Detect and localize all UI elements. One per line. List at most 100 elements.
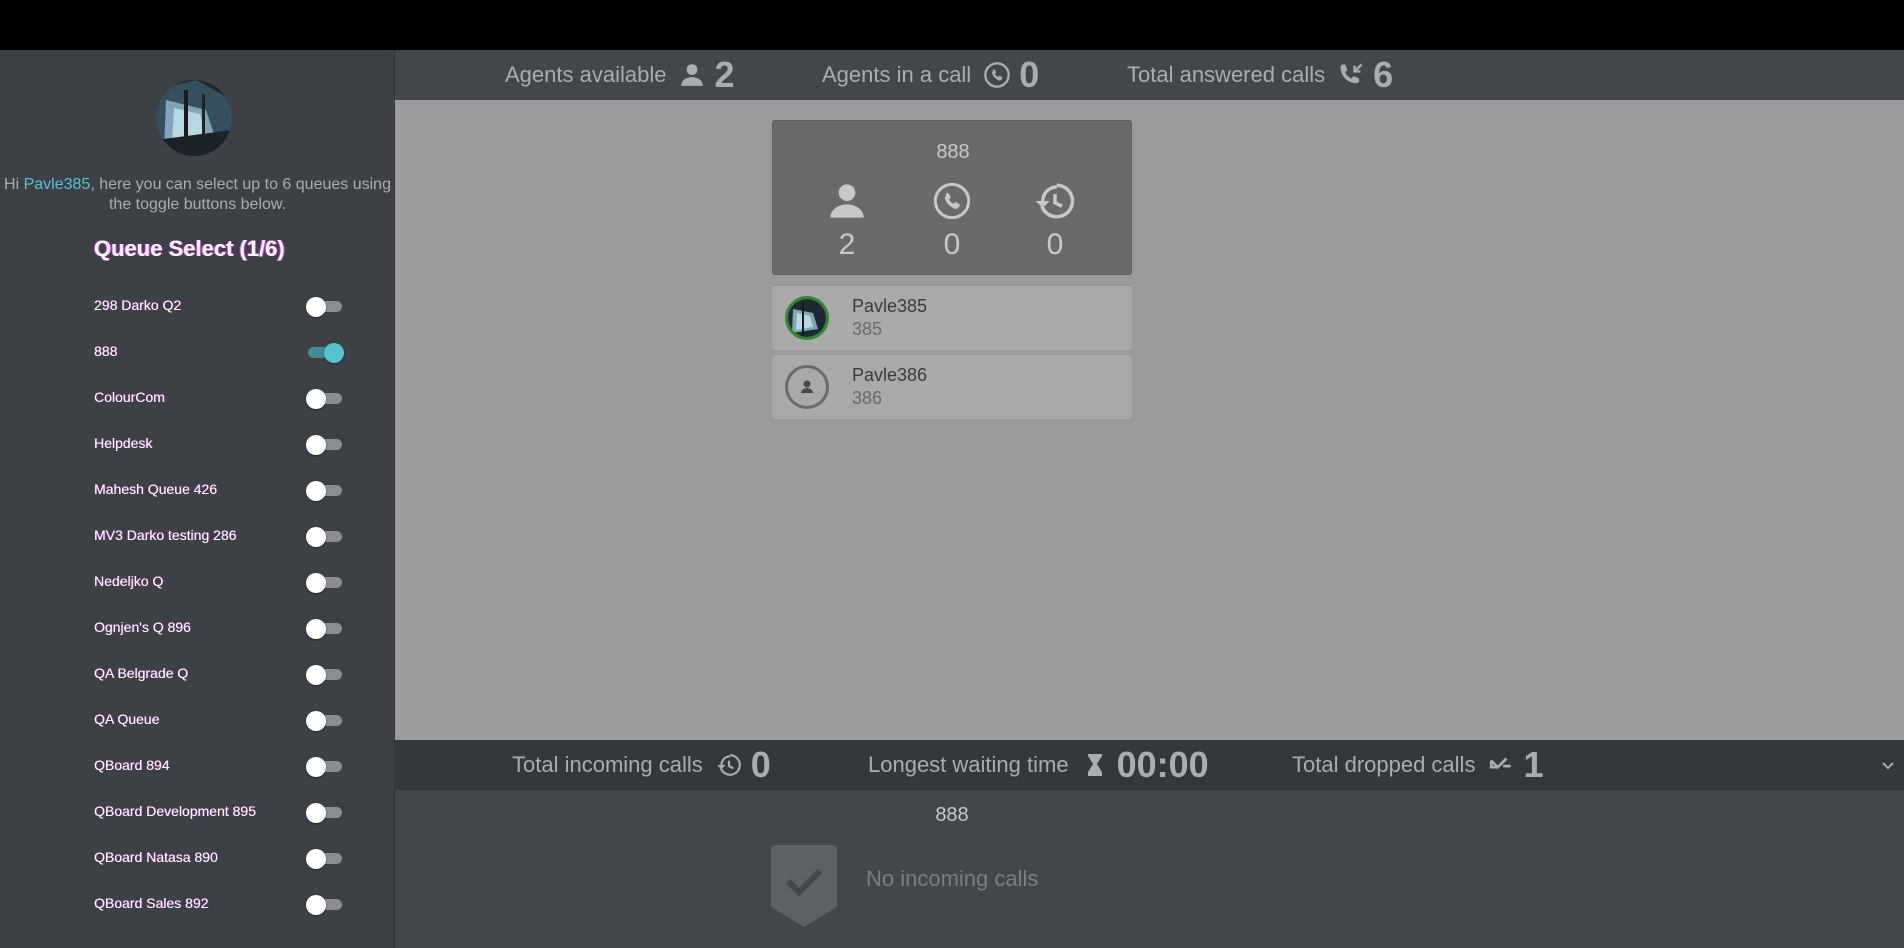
toggle-knob xyxy=(306,297,326,317)
total-incoming-value: 0 xyxy=(750,744,771,785)
toggle-knob xyxy=(306,389,326,409)
toggle-knob xyxy=(324,343,344,363)
queue-item: Helpdesk xyxy=(0,421,395,467)
toggle-knob xyxy=(306,435,326,455)
agent-name: Pavle386 xyxy=(852,365,928,385)
queue-toggle[interactable] xyxy=(306,527,342,547)
agent-avatar xyxy=(785,296,829,340)
sidebar: Hi Pavle385, here you can select up to 6… xyxy=(0,50,395,948)
top-stats-bar: Agents available 2 Agents in a call 0 To… xyxy=(395,50,1904,100)
queue-toggle[interactable] xyxy=(306,389,342,409)
queue-item: Nedeljko Q xyxy=(0,559,395,605)
queue-in-call-count: 0 xyxy=(943,228,961,261)
toggle-knob xyxy=(306,573,326,593)
total-incoming-stat: Total incoming calls 0 xyxy=(512,740,771,790)
toggle-knob xyxy=(306,619,326,639)
queue-toggle[interactable] xyxy=(306,573,342,593)
queue-toggle[interactable] xyxy=(306,435,342,455)
total-answered-value: 6 xyxy=(1373,54,1394,95)
agents-in-call-value: 0 xyxy=(1019,54,1040,95)
queue-name: Nedeljko Q xyxy=(94,573,164,589)
agent-extension: 385 xyxy=(852,319,883,339)
agent-row[interactable]: Pavle386 386 xyxy=(772,355,1132,419)
toggle-knob xyxy=(306,711,326,731)
queue-toggle[interactable] xyxy=(306,757,342,777)
queue-item: Mahesh Queue 426 xyxy=(0,467,395,513)
phone-icon xyxy=(983,61,1011,89)
in-call-icon xyxy=(930,179,974,223)
queue-toggle[interactable] xyxy=(308,343,344,363)
agents-in-call-label: Agents in a call xyxy=(822,62,972,87)
queue-card[interactable]: 888 2 0 0 xyxy=(772,120,1132,275)
window-top-bar xyxy=(0,0,1904,50)
queue-item: QA Queue xyxy=(0,697,395,743)
greeting-prefix: Hi xyxy=(4,176,24,193)
longest-wait-label: Longest waiting time xyxy=(868,752,1069,777)
agents-available-value: 2 xyxy=(714,54,735,95)
queue-name: QA Queue xyxy=(94,711,160,727)
queue-item: QBoard Natasa 890 xyxy=(0,835,395,881)
bottom-stats-bar: Total incoming calls 0 Longest waiting t… xyxy=(395,740,1904,790)
queue-toggle[interactable] xyxy=(306,297,342,317)
queue-item: QBoard Development 895 xyxy=(0,789,395,835)
hourglass-icon xyxy=(1081,751,1109,779)
queue-name: QBoard Development 895 xyxy=(94,803,256,819)
toggle-knob xyxy=(306,527,326,547)
queue-toggle[interactable] xyxy=(306,895,342,915)
queue-name: 298 Darko Q2 xyxy=(94,297,182,313)
longest-wait-value: 00:00 xyxy=(1116,744,1209,785)
queue-item: Ognjen's Q 896 xyxy=(0,605,395,651)
queue-item: QA Belgrade Q xyxy=(0,651,395,697)
total-answered-stat: Total answered calls 6 xyxy=(1127,50,1393,100)
queue-toggle[interactable] xyxy=(306,803,342,823)
queue-name: QA Belgrade Q xyxy=(94,665,189,681)
missed-call-icon xyxy=(1487,751,1515,779)
agents-available-label: Agents available xyxy=(505,62,667,87)
agent-name: Pavle385 xyxy=(852,296,928,316)
queue-item: MV3 Darko testing 286 xyxy=(0,513,395,559)
queue-name: QBoard Sales 892 xyxy=(94,895,209,911)
queue-toggle[interactable] xyxy=(306,849,342,869)
queue-item: ColourCom xyxy=(0,375,395,421)
incoming-queue-name: 888 xyxy=(935,804,969,826)
queue-name: QBoard Natasa 890 xyxy=(94,849,218,865)
queue-agents-count: 2 xyxy=(838,228,856,261)
queue-toggle[interactable] xyxy=(306,665,342,685)
toggle-knob xyxy=(306,849,326,869)
queue-name: 888 xyxy=(94,343,118,359)
queue-name: Helpdesk xyxy=(94,435,153,451)
longest-wait-stat: Longest waiting time 00:00 xyxy=(868,740,1209,790)
queue-name: MV3 Darko testing 286 xyxy=(94,527,237,543)
user-avatar[interactable] xyxy=(156,80,232,156)
agent-row[interactable]: Pavle385 385 xyxy=(772,286,1132,350)
chevron-down-icon[interactable] xyxy=(1878,755,1898,775)
main-panel: 888 2 0 0 Pavle385 385 Pavle386 386 xyxy=(395,100,1904,740)
total-dropped-value: 1 xyxy=(1523,744,1544,785)
phone-incoming-icon xyxy=(1337,61,1365,89)
total-dropped-stat: Total dropped calls 1 xyxy=(1292,740,1543,790)
total-answered-label: Total answered calls xyxy=(1127,62,1326,87)
queue-toggle[interactable] xyxy=(306,711,342,731)
queue-toggle[interactable] xyxy=(306,619,342,639)
queue-item: 888 xyxy=(0,329,395,375)
total-dropped-label: Total dropped calls xyxy=(1292,752,1476,777)
history-icon xyxy=(715,751,743,779)
greeting-username: Pavle385 xyxy=(23,176,91,193)
queue-item: 298 Darko Q2 xyxy=(0,283,395,329)
agent-extension: 386 xyxy=(852,388,883,408)
no-incoming-calls-text: No incoming calls xyxy=(866,866,1039,891)
agents-icon xyxy=(825,179,869,223)
agents-in-call-stat: Agents in a call 0 xyxy=(822,50,1039,100)
queue-toggle[interactable] xyxy=(306,481,342,501)
queue-card-name: 888 xyxy=(936,141,970,163)
incoming-calls-panel: 888 No incoming calls xyxy=(395,790,1904,948)
toggle-knob xyxy=(306,481,326,501)
queue-name: QBoard 894 xyxy=(94,757,170,773)
toggle-knob xyxy=(306,895,326,915)
queue-name: Ognjen's Q 896 xyxy=(94,619,191,635)
checkmark-badge-icon xyxy=(771,845,837,927)
queue-history-count: 0 xyxy=(1046,228,1064,261)
queue-item: QBoard Sales 892 xyxy=(0,881,395,927)
total-incoming-label: Total incoming calls xyxy=(512,752,703,777)
queue-item: QBoard 894 xyxy=(0,743,395,789)
